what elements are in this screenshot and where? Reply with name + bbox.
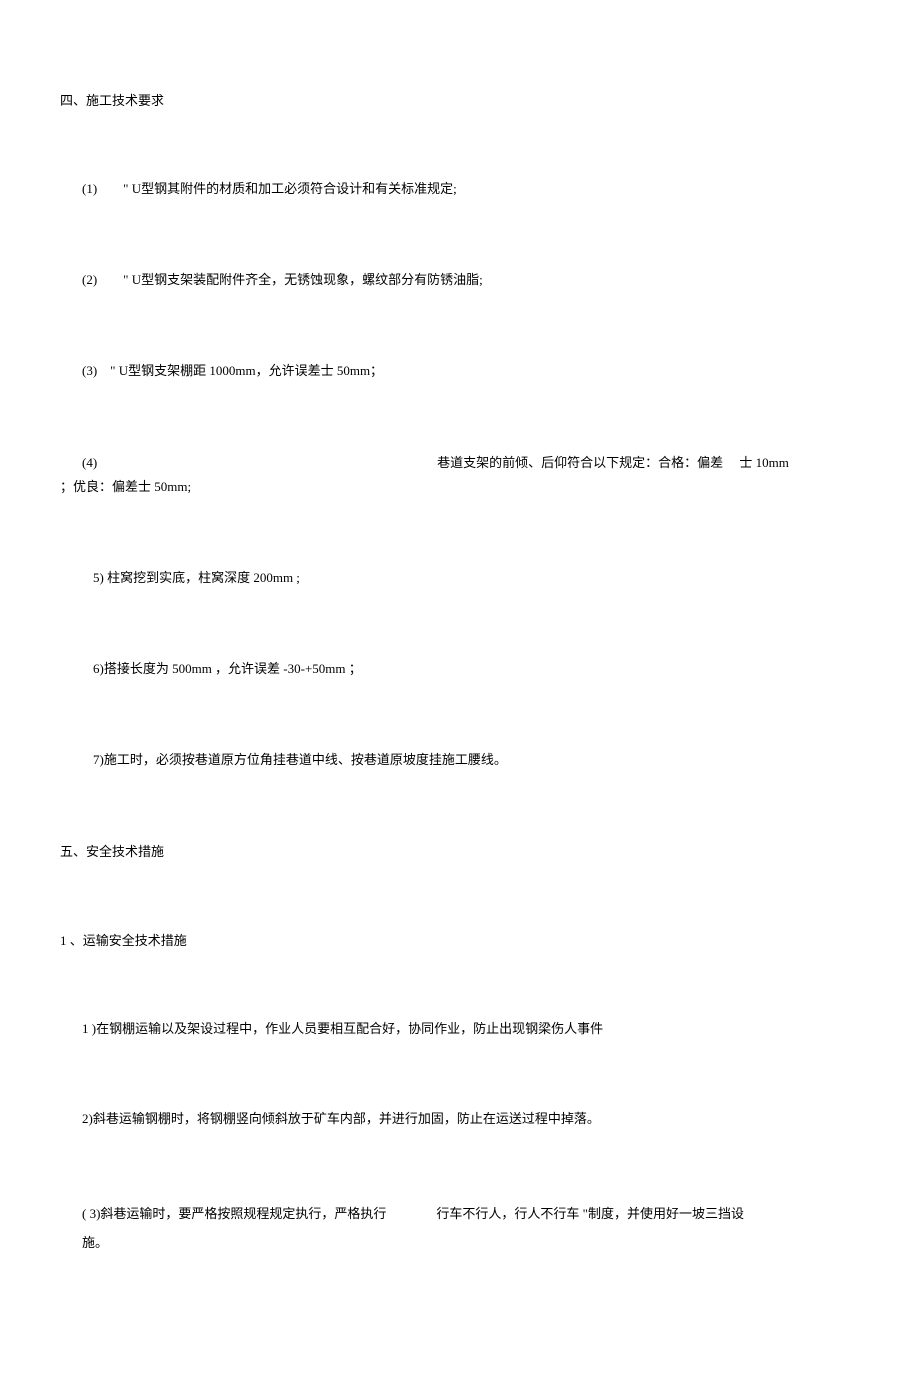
item-4-main: 巷道支架的前倾、后仰符合以下规定：合格：偏差 士 10mm [437, 455, 789, 470]
section-5-heading: 五、安全技术措施 [60, 841, 860, 860]
item-6: 6)搭接长度为 500mm ，允许误差 -30-+50mm ； [93, 659, 860, 680]
sub-item-2: 2)斜巷运输钢棚时，将钢棚竖向倾斜放于矿车内部，并进行加固，防止在运送过程中掉落… [82, 1109, 860, 1130]
section-4-heading: 四、施工技术要求 [60, 90, 860, 109]
sub-item-1: 1 )在钢棚运输以及架设过程中，作业人员要相互配合好，协同作业，防止出现钢梁伤人… [82, 1019, 860, 1040]
sub-item-3: ( 3)斜巷运输时，要严格按照规程规定执行，严格执行 行车不行人，行人不行车 "制… [82, 1200, 860, 1257]
item-4-continuation: ；优良：偏差士 50mm; [60, 479, 191, 494]
item-4: (4) 巷道支架的前倾、后仰符合以下规定：合格：偏差 士 10mm ；优良：偏差士… [60, 451, 860, 498]
sub-item-3-part2: 行车不行人，行人不行车 "制度，并使用好一坡三挡设 [436, 1206, 744, 1221]
document-page: 四、施工技术要求 (1) " U型钢其附件的材质和加工必须符合设计和有关标准规定… [0, 0, 920, 1387]
sub-item-3-continuation: 施。 [82, 1235, 108, 1250]
item-1: (1) " U型钢其附件的材质和加工必须符合设计和有关标准规定; [82, 179, 860, 200]
subsection-1-heading: 1 、运输安全技术措施 [60, 930, 860, 949]
item-7: 7)施工时，必须按巷道原方位角挂巷道中线、按巷道原坡度挂施工腰线。 [93, 750, 860, 771]
sub-item-3-part1: ( 3)斜巷运输时，要严格按照规程规定执行，严格执行 [82, 1206, 386, 1221]
item-5: 5) 柱窝挖到实底，柱窝深度 200mm ; [93, 568, 860, 589]
item-4-prefix: (4) [82, 455, 97, 470]
item-2: (2) " U型钢支架装配附件齐全，无锈蚀现象，螺纹部分有防锈油脂; [82, 270, 860, 291]
item-3: (3) " U型钢支架棚距 1000mm，允许误差士 50mm； [82, 361, 860, 382]
